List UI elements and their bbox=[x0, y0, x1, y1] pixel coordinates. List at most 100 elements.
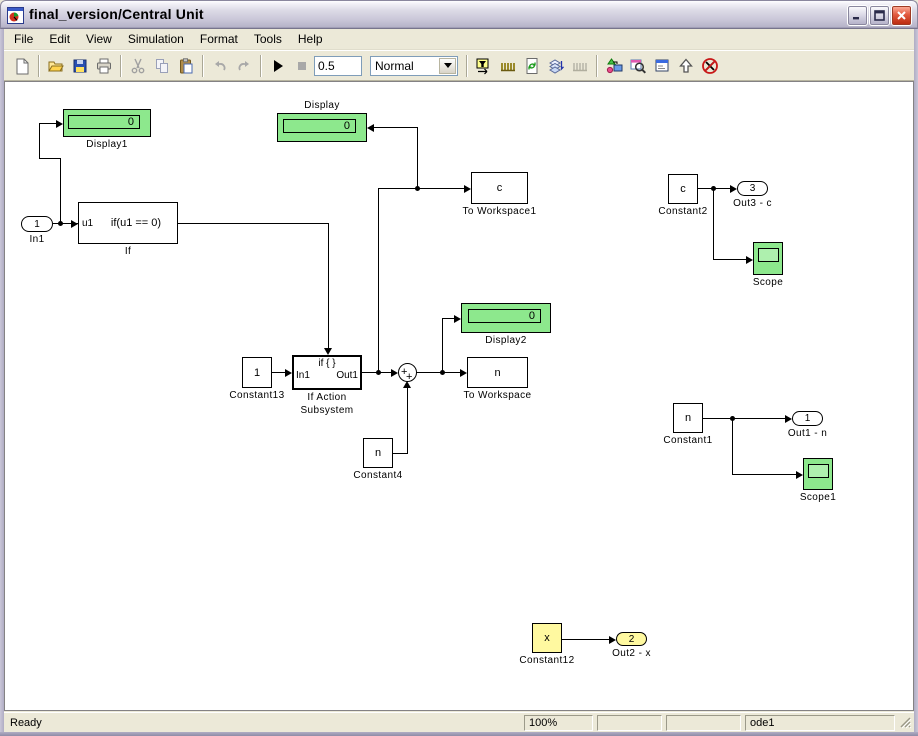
wire[interactable] bbox=[713, 259, 746, 260]
wire[interactable] bbox=[60, 158, 61, 224]
wire[interactable] bbox=[393, 453, 408, 454]
copy-button[interactable] bbox=[150, 54, 174, 78]
block-label: To Workspace bbox=[463, 390, 532, 401]
new-page-icon bbox=[16, 58, 29, 74]
menu-help[interactable]: Help bbox=[290, 30, 331, 48]
block-display[interactable]: 0 Display bbox=[277, 100, 367, 142]
undo-button[interactable] bbox=[208, 54, 232, 78]
menu-simulation[interactable]: Simulation bbox=[120, 30, 192, 48]
wire[interactable] bbox=[417, 127, 418, 188]
undo-arrow-icon bbox=[215, 60, 226, 70]
block-sum[interactable]: + + bbox=[398, 363, 417, 383]
block-to-workspace[interactable]: n To Workspace bbox=[464, 357, 531, 401]
menu-tools[interactable]: Tools bbox=[246, 30, 290, 48]
wire[interactable] bbox=[732, 418, 733, 474]
start-simulation-button[interactable] bbox=[266, 54, 290, 78]
wire[interactable] bbox=[442, 318, 454, 319]
wire[interactable] bbox=[272, 372, 285, 373]
save-floppy-icon bbox=[73, 59, 87, 72]
wire[interactable] bbox=[442, 318, 443, 372]
paste-button[interactable] bbox=[174, 54, 198, 78]
build-all-button[interactable] bbox=[544, 54, 568, 78]
block-in1[interactable]: 1 In1 bbox=[21, 216, 53, 245]
incremental-build-button[interactable] bbox=[568, 54, 592, 78]
block-label: If bbox=[124, 246, 132, 257]
block-constant13[interactable]: 1 Constant13 bbox=[229, 357, 284, 401]
block-display2[interactable]: 0 Display2 bbox=[461, 303, 551, 346]
minimize-icon bbox=[853, 17, 859, 20]
block-constant2[interactable]: c Constant2 bbox=[658, 174, 707, 217]
menu-edit[interactable]: Edit bbox=[41, 30, 78, 48]
zoom-level: 100% bbox=[524, 714, 593, 731]
block-to-workspace1[interactable]: c To Workspace1 bbox=[463, 172, 536, 217]
block-constant1[interactable]: n Constant1 bbox=[663, 403, 712, 446]
toggle-browser-button[interactable] bbox=[496, 54, 520, 78]
sim-stop-time-input[interactable] bbox=[314, 55, 362, 76]
minimize-button[interactable] bbox=[847, 5, 868, 26]
wire[interactable] bbox=[407, 388, 408, 454]
arrowhead bbox=[71, 220, 78, 228]
menu-file[interactable]: File bbox=[6, 30, 41, 48]
title-bar[interactable]: final_version/Central Unit bbox=[0, 0, 918, 29]
open-model-button[interactable] bbox=[44, 54, 68, 78]
remove-highlighting-button[interactable] bbox=[698, 54, 722, 78]
dropdown-button[interactable] bbox=[439, 57, 456, 74]
wire[interactable] bbox=[732, 474, 796, 475]
close-button[interactable] bbox=[891, 5, 912, 26]
wire[interactable] bbox=[39, 123, 56, 124]
block-out2[interactable]: 2 Out2 - x bbox=[612, 632, 650, 659]
redo-button[interactable] bbox=[232, 54, 256, 78]
block-if-action-subsystem[interactable]: if { } In1 Out1 If Action Subsystem bbox=[292, 355, 362, 416]
wire[interactable] bbox=[378, 188, 464, 189]
wire[interactable] bbox=[562, 639, 609, 640]
block-label: Out2 - x bbox=[612, 648, 651, 659]
go-to-parent-button[interactable] bbox=[674, 54, 698, 78]
model-canvas[interactable]: 0 Display1 1 In1 u1 if(u1 == 0) If 0 Dis… bbox=[4, 81, 914, 711]
sim-mode-value: Normal bbox=[375, 58, 414, 73]
wire[interactable] bbox=[416, 372, 460, 373]
block-scope[interactable]: Scope bbox=[753, 242, 783, 288]
debugger-button[interactable] bbox=[650, 54, 674, 78]
stop-simulation-button[interactable] bbox=[290, 54, 314, 78]
sim-mode-dropdown[interactable]: Normal bbox=[370, 55, 458, 76]
wire[interactable] bbox=[328, 223, 329, 349]
cut-button[interactable] bbox=[126, 54, 150, 78]
block-display1[interactable]: 0 Display1 bbox=[63, 109, 151, 150]
new-model-button[interactable] bbox=[10, 54, 34, 78]
block-out3[interactable]: 3 Out3 - c bbox=[733, 181, 771, 209]
play-icon bbox=[274, 59, 283, 72]
wire[interactable] bbox=[378, 188, 379, 372]
block-label: Display2 bbox=[485, 335, 527, 346]
block-constant4[interactable]: n Constant4 bbox=[353, 438, 402, 481]
wire[interactable] bbox=[713, 188, 714, 259]
wire[interactable] bbox=[178, 223, 329, 224]
block-scope1[interactable]: Scope1 bbox=[800, 458, 836, 503]
update-diagram-button[interactable] bbox=[520, 54, 544, 78]
wire[interactable] bbox=[703, 418, 785, 419]
status-panel-2 bbox=[597, 714, 662, 731]
block-label: Constant2 bbox=[658, 206, 708, 217]
block-label: Out1 - n bbox=[787, 428, 828, 439]
maximize-button[interactable] bbox=[869, 5, 890, 26]
arrowhead bbox=[454, 315, 461, 323]
block-label: Out3 - c bbox=[733, 198, 772, 209]
wire[interactable] bbox=[39, 123, 40, 159]
solver-indicator: ode1 bbox=[745, 714, 895, 731]
menu-view[interactable]: View bbox=[78, 30, 120, 48]
block-constant12[interactable]: x Constant12 bbox=[519, 623, 574, 666]
wire[interactable] bbox=[374, 127, 417, 128]
chevron-down-icon bbox=[443, 63, 452, 68]
block-if[interactable]: u1 if(u1 == 0) If bbox=[78, 202, 178, 257]
wire[interactable] bbox=[39, 158, 61, 159]
library-blocks-icon bbox=[606, 57, 623, 73]
action-port-label: if { } bbox=[318, 358, 336, 369]
arrowhead bbox=[746, 256, 753, 264]
save-model-button[interactable] bbox=[68, 54, 92, 78]
library-browser-button[interactable] bbox=[602, 54, 626, 78]
model-browser-button[interactable] bbox=[472, 54, 496, 78]
block-out1[interactable]: 1 Out1 - n bbox=[788, 411, 827, 439]
resize-grip[interactable] bbox=[899, 715, 912, 731]
menu-format[interactable]: Format bbox=[192, 30, 246, 48]
find-button[interactable] bbox=[626, 54, 650, 78]
print-button[interactable] bbox=[92, 54, 116, 78]
